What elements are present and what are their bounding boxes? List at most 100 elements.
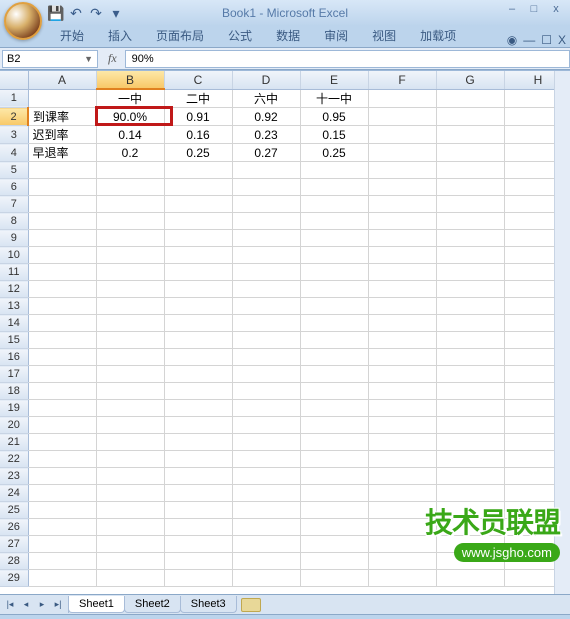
cell-G16[interactable] (436, 349, 504, 366)
cell-D20[interactable] (232, 417, 300, 434)
row-header-19[interactable]: 19 (0, 400, 28, 417)
cell-B12[interactable] (96, 281, 164, 298)
cell-B20[interactable] (96, 417, 164, 434)
cell-D7[interactable] (232, 196, 300, 213)
cell-C10[interactable] (164, 247, 232, 264)
cell-E12[interactable] (300, 281, 368, 298)
cell-A20[interactable] (28, 417, 96, 434)
help-icon[interactable]: ◉ (507, 33, 517, 47)
row-header-11[interactable]: 11 (0, 264, 28, 281)
cell-E15[interactable] (300, 332, 368, 349)
sheet-first-icon[interactable]: |◂ (2, 597, 18, 613)
cell-G20[interactable] (436, 417, 504, 434)
cell-F4[interactable] (368, 144, 436, 162)
name-box[interactable]: B2 ▼ (2, 50, 98, 68)
cell-G6[interactable] (436, 179, 504, 196)
cell-D4[interactable]: 0.27 (232, 144, 300, 162)
cell-F11[interactable] (368, 264, 436, 281)
cell-A5[interactable] (28, 162, 96, 179)
row-header-18[interactable]: 18 (0, 383, 28, 400)
cell-G23[interactable] (436, 468, 504, 485)
cell-E4[interactable]: 0.25 (300, 144, 368, 162)
row-header-9[interactable]: 9 (0, 230, 28, 247)
cell-D10[interactable] (232, 247, 300, 264)
cell-C21[interactable] (164, 434, 232, 451)
cell-B7[interactable] (96, 196, 164, 213)
cell-F5[interactable] (368, 162, 436, 179)
cell-D9[interactable] (232, 230, 300, 247)
cell-D13[interactable] (232, 298, 300, 315)
cell-C13[interactable] (164, 298, 232, 315)
row-header-10[interactable]: 10 (0, 247, 28, 264)
cell-B8[interactable] (96, 213, 164, 230)
cell-C7[interactable] (164, 196, 232, 213)
cell-E5[interactable] (300, 162, 368, 179)
cell-E21[interactable] (300, 434, 368, 451)
cell-B19[interactable] (96, 400, 164, 417)
cell-B17[interactable] (96, 366, 164, 383)
ribbon-min-icon[interactable]: — (523, 33, 535, 47)
cell-G1[interactable] (436, 89, 504, 108)
cell-D8[interactable] (232, 213, 300, 230)
cell-D26[interactable] (232, 519, 300, 536)
cell-G10[interactable] (436, 247, 504, 264)
cell-A21[interactable] (28, 434, 96, 451)
col-header-F[interactable]: F (368, 71, 436, 89)
cell-A14[interactable] (28, 315, 96, 332)
cell-B29[interactable] (96, 570, 164, 587)
cell-B18[interactable] (96, 383, 164, 400)
cell-F8[interactable] (368, 213, 436, 230)
cell-E16[interactable] (300, 349, 368, 366)
cell-E23[interactable] (300, 468, 368, 485)
cell-E9[interactable] (300, 230, 368, 247)
cell-C4[interactable]: 0.25 (164, 144, 232, 162)
cell-B6[interactable] (96, 179, 164, 196)
cell-F7[interactable] (368, 196, 436, 213)
cell-C18[interactable] (164, 383, 232, 400)
cell-C24[interactable] (164, 485, 232, 502)
col-header-E[interactable]: E (300, 71, 368, 89)
row-header-25[interactable]: 25 (0, 502, 28, 519)
cell-E24[interactable] (300, 485, 368, 502)
row-header-15[interactable]: 15 (0, 332, 28, 349)
row-header-16[interactable]: 16 (0, 349, 28, 366)
col-header-D[interactable]: D (232, 71, 300, 89)
cell-G15[interactable] (436, 332, 504, 349)
row-header-20[interactable]: 20 (0, 417, 28, 434)
cell-C27[interactable] (164, 536, 232, 553)
cell-E10[interactable] (300, 247, 368, 264)
col-header-A[interactable]: A (28, 71, 96, 89)
cell-D5[interactable] (232, 162, 300, 179)
cell-C19[interactable] (164, 400, 232, 417)
cell-F9[interactable] (368, 230, 436, 247)
cell-F25[interactable] (368, 502, 436, 519)
row-header-21[interactable]: 21 (0, 434, 28, 451)
cell-A15[interactable] (28, 332, 96, 349)
cell-F29[interactable] (368, 570, 436, 587)
cell-C16[interactable] (164, 349, 232, 366)
ribbon-restore-icon[interactable]: ☐ (541, 33, 552, 47)
cell-A11[interactable] (28, 264, 96, 281)
cell-F6[interactable] (368, 179, 436, 196)
cell-B16[interactable] (96, 349, 164, 366)
row-header-23[interactable]: 23 (0, 468, 28, 485)
cell-B10[interactable] (96, 247, 164, 264)
cell-C26[interactable] (164, 519, 232, 536)
cell-E28[interactable] (300, 553, 368, 570)
cell-B2[interactable]: 90.0% (96, 108, 164, 126)
cell-E1[interactable]: 十一中 (300, 89, 368, 108)
cell-D1[interactable]: 六中 (232, 89, 300, 108)
cell-B4[interactable]: 0.2 (96, 144, 164, 162)
cell-G27[interactable] (436, 536, 504, 553)
save-icon[interactable]: 💾 (48, 5, 64, 21)
cell-A10[interactable] (28, 247, 96, 264)
cell-G13[interactable] (436, 298, 504, 315)
vertical-scrollbar[interactable] (554, 71, 570, 594)
tab-insert[interactable]: 插入 (96, 24, 144, 47)
cell-C23[interactable] (164, 468, 232, 485)
row-header-26[interactable]: 26 (0, 519, 28, 536)
cell-F17[interactable] (368, 366, 436, 383)
cell-C9[interactable] (164, 230, 232, 247)
tab-data[interactable]: 数据 (264, 24, 312, 47)
row-header-3[interactable]: 3 (0, 126, 28, 144)
